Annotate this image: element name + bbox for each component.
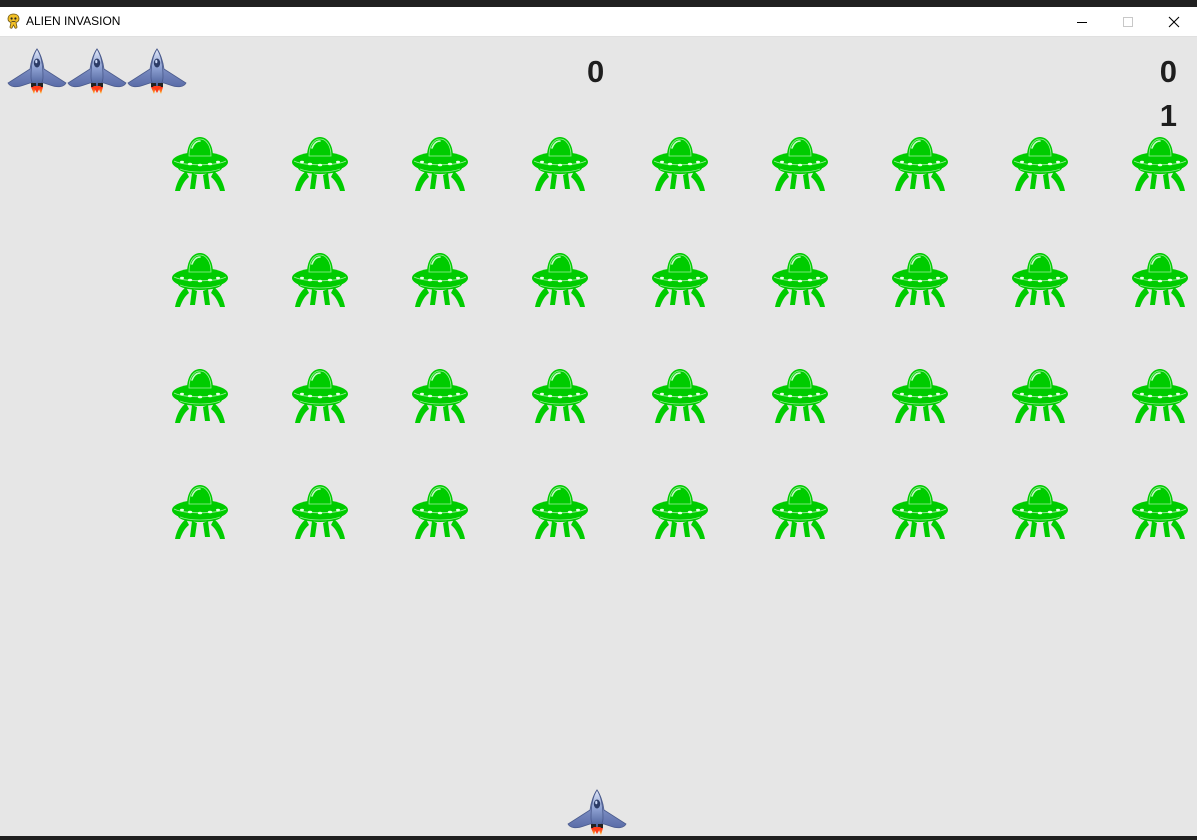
ufo-alien-icon xyxy=(170,135,230,193)
ufo-alien-icon xyxy=(170,367,230,425)
ufo-alien-icon xyxy=(650,251,710,309)
ufo-alien-icon xyxy=(1130,367,1190,425)
ufo-alien-icon xyxy=(1130,135,1190,193)
game-canvas[interactable]: 0 0 1 xyxy=(0,37,1197,836)
close-icon xyxy=(1168,16,1180,27)
ufo-alien-icon xyxy=(290,483,350,541)
ufo-alien-icon xyxy=(170,483,230,541)
ufo-alien-icon xyxy=(410,251,470,309)
player-ship-icon xyxy=(566,788,628,836)
ufo-alien-icon xyxy=(530,251,590,309)
ufo-alien-icon xyxy=(1010,135,1070,193)
maximize-button[interactable] xyxy=(1105,7,1151,36)
level-display: 1 xyxy=(1159,98,1177,133)
ufo-alien-icon xyxy=(530,135,590,193)
high-score-display: 0 xyxy=(1159,54,1177,89)
ufo-alien-icon xyxy=(1010,367,1070,425)
minimize-icon xyxy=(1077,21,1087,23)
ufo-alien-icon xyxy=(770,135,830,193)
life-ship-icon xyxy=(126,47,188,95)
taskbar-strip xyxy=(0,836,1197,840)
ufo-alien-icon xyxy=(650,367,710,425)
ufo-alien-icon xyxy=(890,367,950,425)
ufo-alien-icon xyxy=(770,251,830,309)
window-title: ALIEN INVASION xyxy=(26,14,121,28)
ufo-alien-icon xyxy=(530,367,590,425)
score-display: 0 xyxy=(587,54,605,89)
ufo-alien-icon xyxy=(410,483,470,541)
ufo-alien-icon xyxy=(890,483,950,541)
ufo-alien-icon xyxy=(890,135,950,193)
ufo-alien-icon xyxy=(290,135,350,193)
ufo-alien-icon xyxy=(770,483,830,541)
ufo-alien-icon xyxy=(1130,251,1190,309)
ufo-alien-icon xyxy=(170,251,230,309)
ufo-alien-icon xyxy=(1010,251,1070,309)
life-ship-icon xyxy=(6,47,68,95)
ufo-alien-icon xyxy=(650,135,710,193)
maximize-icon xyxy=(1123,16,1133,27)
ufo-alien-icon xyxy=(890,251,950,309)
ufo-alien-icon xyxy=(290,251,350,309)
life-ship-icon xyxy=(66,47,128,95)
ufo-alien-icon xyxy=(650,483,710,541)
ufo-alien-icon xyxy=(410,367,470,425)
ufo-alien-icon xyxy=(290,367,350,425)
ufo-alien-icon xyxy=(410,135,470,193)
close-button[interactable] xyxy=(1151,7,1197,36)
title-bar[interactable]: ALIEN INVASION xyxy=(0,7,1197,37)
ufo-alien-icon xyxy=(1010,483,1070,541)
ufo-alien-icon xyxy=(770,367,830,425)
ufo-alien-icon xyxy=(530,483,590,541)
game-window: ALIEN INVASION 0 0 1 xyxy=(0,7,1197,836)
ufo-alien-icon xyxy=(1130,483,1190,541)
minimize-button[interactable] xyxy=(1059,7,1105,36)
pygame-snake-icon xyxy=(6,13,21,29)
background-strip xyxy=(0,0,1197,7)
